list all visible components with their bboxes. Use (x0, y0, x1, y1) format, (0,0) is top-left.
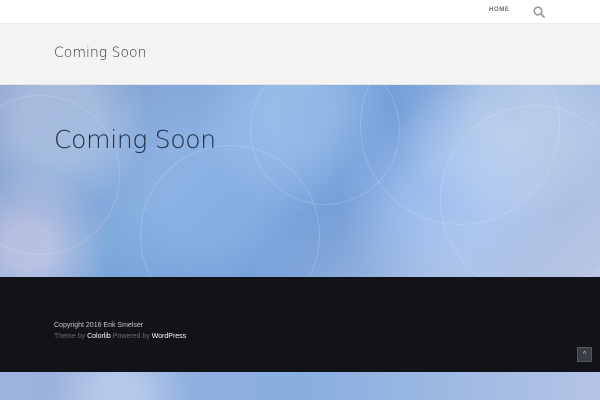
site-header: HOME (0, 0, 600, 24)
bokeh-circle (0, 95, 120, 255)
site-footer: Copyright 2016 Erik Smelser Theme by Col… (0, 277, 600, 372)
chevron-up-icon: ^ (582, 351, 587, 358)
powered-by-label: Powered by (112, 333, 152, 340)
hero-banner: Coming Soon (0, 85, 600, 277)
scroll-to-top-button[interactable]: ^ (577, 347, 592, 362)
colorlib-link[interactable]: Colorlib (87, 333, 113, 340)
search-icon[interactable] (532, 5, 546, 19)
background-strip (0, 372, 600, 400)
wordpress-link[interactable]: WordPress (152, 333, 187, 340)
theme-by-label: Theme by (54, 333, 88, 340)
copyright-text: Copyright 2016 Erik Smelser (54, 322, 144, 329)
footer-credits: Theme by Colorlib Powered by WordPress (54, 333, 186, 340)
page-title: Coming Soon (54, 45, 147, 61)
hero-title: Coming Soon (54, 125, 216, 154)
page-title-bar: Coming Soon (0, 24, 600, 85)
nav-home-link[interactable]: HOME (489, 7, 509, 13)
